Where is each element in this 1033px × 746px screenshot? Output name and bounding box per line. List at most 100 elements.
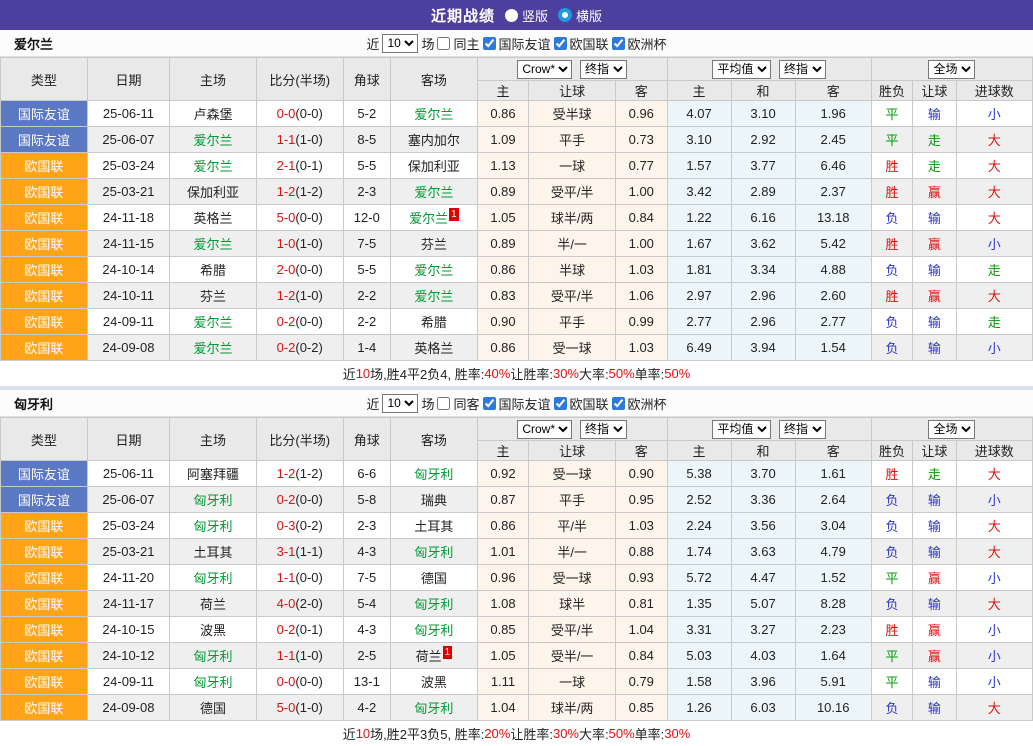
layout-horizontal-option[interactable]: 横版 — [558, 6, 602, 25]
away-odds-cell: 0.99 — [615, 309, 667, 335]
away-odds-cell: 0.84 — [615, 643, 667, 669]
recent-count-select[interactable]: 10 — [382, 394, 418, 413]
result-cell: 负 — [871, 487, 912, 513]
same-venue-checkbox[interactable] — [437, 397, 450, 410]
col-date: 日期 — [87, 58, 170, 101]
away-team-cell: 匈牙利 — [391, 461, 478, 487]
euro-label: 欧洲杯 — [628, 34, 667, 53]
away-team-cell: 瑞典 — [391, 487, 478, 513]
handicap-result-cell: 输 — [913, 335, 956, 361]
same-venue-checkbox[interactable] — [437, 37, 450, 50]
final-odds-select-2[interactable]: 终指 — [779, 60, 826, 79]
score-cell: 1-2(1-2) — [256, 461, 343, 487]
avg-draw-cell: 3.77 — [731, 153, 795, 179]
date-cell: 25-06-07 — [87, 487, 170, 513]
average-select[interactable]: 平均值 — [712, 420, 771, 439]
euro-checkbox[interactable] — [612, 397, 625, 410]
match-type-badge: 欧国联 — [1, 153, 88, 179]
match-row: 国际友谊25-06-07匈牙利0-2(0-0)5-8瑞典0.87平手0.952.… — [1, 487, 1033, 513]
summary-text: 30% — [553, 726, 579, 741]
match-row: 欧国联24-10-15波黑0-2(0-1)4-3匈牙利0.85受平/半1.043… — [1, 617, 1033, 643]
col-corner: 角球 — [343, 58, 390, 101]
match-row: 欧国联24-11-20匈牙利1-1(0-0)7-5德国0.96受一球0.935.… — [1, 565, 1033, 591]
final-odds-select[interactable]: 终指 — [580, 60, 627, 79]
summary-text: 50% — [609, 366, 635, 381]
nations-league-checkbox[interactable] — [554, 37, 567, 50]
avg-away-cell: 6.46 — [795, 153, 871, 179]
result-cell: 胜 — [871, 617, 912, 643]
fullmatch-select[interactable]: 全场 — [928, 60, 975, 79]
avg-draw-cell: 3.27 — [731, 617, 795, 643]
avg-home-cell: 5.03 — [667, 643, 731, 669]
away-odds-cell: 0.90 — [615, 461, 667, 487]
avg-away-cell: 1.64 — [795, 643, 871, 669]
fullmatch-header: 全场 — [871, 58, 1032, 81]
home-team-cell: 匈牙利 — [170, 513, 257, 539]
near-label: 近 — [366, 34, 379, 53]
match-row: 国际友谊25-06-11卢森堡0-0(0-0)5-2爱尔兰0.86受半球0.96… — [1, 101, 1033, 127]
home-odds-cell: 0.86 — [477, 101, 529, 127]
handicap-cell: 球半/两 — [529, 205, 616, 231]
date-cell: 25-06-11 — [87, 101, 170, 127]
layout-vertical-option[interactable]: 竖版 — [505, 6, 548, 25]
avg-away-cell: 2.23 — [795, 617, 871, 643]
home-odds-cell: 0.86 — [477, 335, 529, 361]
recent-count-select[interactable]: 10 — [382, 34, 418, 53]
away-team-cell: 荷兰1 — [391, 643, 478, 669]
friendly-checkbox[interactable] — [483, 397, 496, 410]
avg-home-cell: 1.22 — [667, 205, 731, 231]
average-odds-header: 平均值 终指 — [667, 418, 871, 441]
nations-league-checkbox[interactable] — [554, 397, 567, 410]
score-cell: 1-2(1-0) — [256, 283, 343, 309]
avg-draw-cell: 3.96 — [731, 669, 795, 695]
col-handicap-result: 让球 — [913, 81, 956, 101]
avg-away-cell: 1.96 — [795, 101, 871, 127]
corner-cell: 2-2 — [343, 309, 390, 335]
average-select[interactable]: 平均值 — [712, 60, 771, 79]
corner-cell: 2-5 — [343, 643, 390, 669]
handicap-cell: 受半/一 — [529, 643, 616, 669]
date-cell: 24-09-08 — [87, 695, 170, 721]
away-team-cell: 英格兰 — [391, 335, 478, 361]
match-type-badge: 欧国联 — [1, 309, 88, 335]
euro-checkbox[interactable] — [612, 37, 625, 50]
score-cell: 1-1(1-0) — [256, 643, 343, 669]
result-cell: 负 — [871, 257, 912, 283]
goals-cell: 小 — [956, 669, 1033, 695]
home-odds-cell: 0.86 — [477, 257, 529, 283]
summary-text: 大率: — [579, 364, 609, 383]
away-team-cell: 爱尔兰 — [391, 283, 478, 309]
goals-cell: 大 — [956, 127, 1033, 153]
away-team-cell: 塞内加尔 — [391, 127, 478, 153]
friendly-checkbox[interactable] — [483, 37, 496, 50]
team-name: 爱尔兰 — [14, 34, 53, 53]
corner-cell: 5-2 — [343, 101, 390, 127]
away-team-cell: 波黑 — [391, 669, 478, 695]
goals-cell: 小 — [956, 565, 1033, 591]
match-type-badge: 欧国联 — [1, 643, 88, 669]
handicap-cell: 球半 — [529, 591, 616, 617]
final-odds-select-2[interactable]: 终指 — [779, 420, 826, 439]
home-odds-cell: 1.05 — [477, 205, 529, 231]
summary-text: 10 — [356, 726, 370, 741]
avg-home-cell: 3.10 — [667, 127, 731, 153]
result-cell: 胜 — [871, 231, 912, 257]
result-cell: 平 — [871, 565, 912, 591]
bookmaker-select[interactable]: Crow* — [517, 420, 572, 439]
vertical-radio[interactable] — [505, 9, 518, 22]
corner-cell: 4-3 — [343, 539, 390, 565]
final-odds-select[interactable]: 终指 — [580, 420, 627, 439]
avg-draw-cell: 6.16 — [731, 205, 795, 231]
home-team-cell: 波黑 — [170, 617, 257, 643]
date-cell: 24-09-11 — [87, 669, 170, 695]
corner-cell: 7-5 — [343, 231, 390, 257]
avg-away-cell: 1.52 — [795, 565, 871, 591]
bookmaker-select[interactable]: Crow* — [517, 60, 572, 79]
match-row: 欧国联25-03-24爱尔兰2-1(0-1)5-5保加利亚1.13一球0.771… — [1, 153, 1033, 179]
result-cell: 平 — [871, 669, 912, 695]
horizontal-radio[interactable] — [558, 8, 572, 22]
avg-draw-cell: 3.34 — [731, 257, 795, 283]
home-odds-cell: 0.89 — [477, 231, 529, 257]
fullmatch-select[interactable]: 全场 — [928, 420, 975, 439]
handicap-cell: 球半/两 — [529, 695, 616, 721]
